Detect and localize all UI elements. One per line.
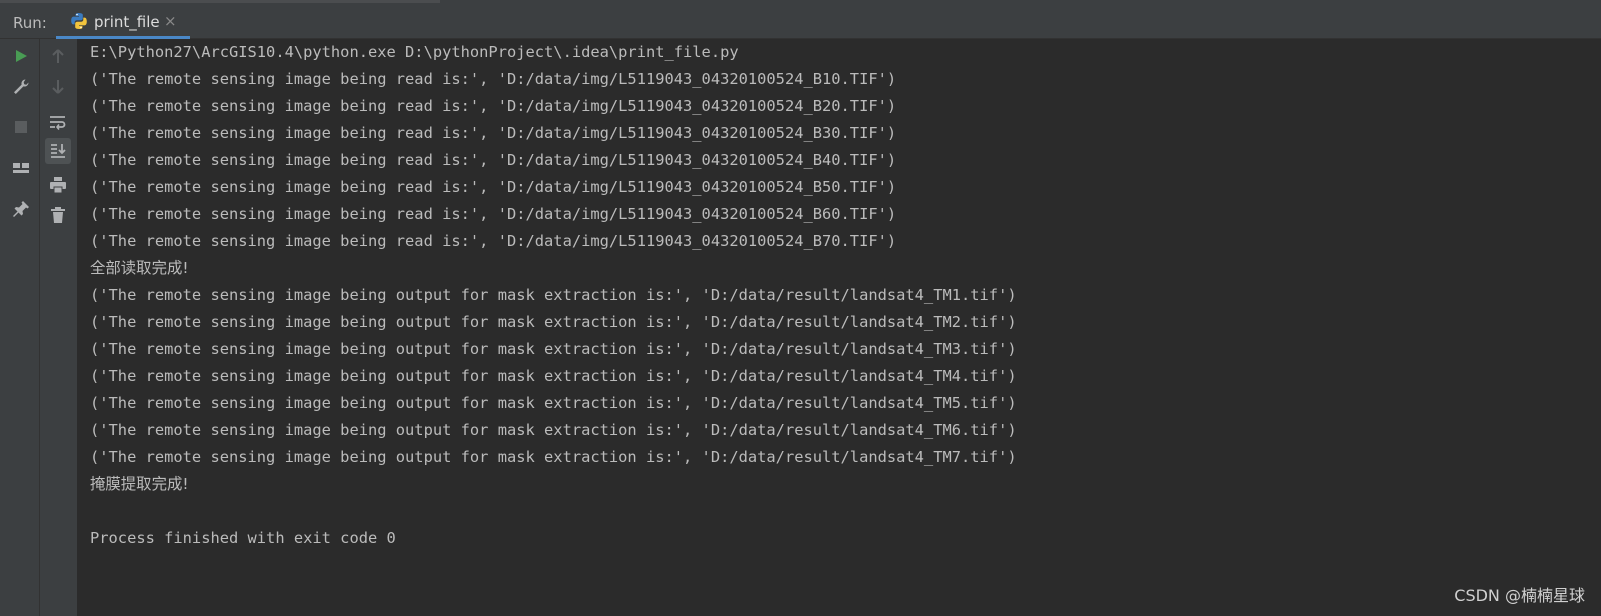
wrench-icon[interactable]	[8, 74, 34, 100]
layout-icon[interactable]	[8, 155, 34, 181]
console-line: 全部读取完成!	[90, 259, 189, 277]
console-line: ('The remote sensing image being read is…	[90, 232, 897, 250]
scroll-to-end-icon[interactable]	[45, 138, 71, 164]
console-line: ('The remote sensing image being read is…	[90, 151, 897, 169]
rerun-icon[interactable]	[8, 43, 34, 69]
top-strip-segment	[0, 0, 440, 3]
console-line: ('The remote sensing image being read is…	[90, 70, 897, 88]
console-line: ('The remote sensing image being read is…	[90, 178, 897, 196]
console-line: ('The remote sensing image being output …	[90, 448, 1017, 466]
console-line: ('The remote sensing image being output …	[90, 394, 1017, 412]
trash-icon[interactable]	[45, 202, 71, 228]
tab-print-file[interactable]: print_file ×	[56, 4, 190, 39]
run-toolbar-left	[0, 39, 40, 616]
console-line: ('The remote sensing image being output …	[90, 286, 1017, 304]
tab-label: print_file	[94, 13, 160, 31]
watermark: CSDN @楠楠星球	[1454, 586, 1585, 605]
python-icon	[70, 12, 88, 30]
console-line: ('The remote sensing image being output …	[90, 367, 1017, 385]
console-line: ('The remote sensing image being output …	[90, 421, 1017, 439]
stop-icon[interactable]	[8, 114, 34, 140]
console-line: ('The remote sensing image being read is…	[90, 97, 897, 115]
console-line: 掩膜提取完成!	[90, 475, 189, 493]
up-arrow-icon[interactable]	[45, 43, 71, 69]
console-line: ('The remote sensing image being output …	[90, 313, 1017, 331]
console-line: Process finished with exit code 0	[90, 529, 396, 547]
print-icon[interactable]	[45, 172, 71, 198]
down-arrow-icon[interactable]	[45, 74, 71, 100]
soft-wrap-icon[interactable]	[45, 109, 71, 135]
run-toolbar-right	[40, 39, 78, 616]
pin-icon[interactable]	[8, 196, 34, 222]
console-output[interactable]: E:\Python27\ArcGIS10.4\python.exe D:\pyt…	[78, 39, 1601, 616]
run-toolwindow-header: Run: print_file ×	[0, 4, 1601, 39]
console-line: ('The remote sensing image being read is…	[90, 124, 897, 142]
console-line: E:\Python27\ArcGIS10.4\python.exe D:\pyt…	[90, 43, 739, 61]
console-line: ('The remote sensing image being output …	[90, 340, 1017, 358]
console-line: ('The remote sensing image being read is…	[90, 205, 897, 223]
close-icon[interactable]: ×	[164, 12, 177, 30]
run-label: Run:	[13, 14, 47, 32]
